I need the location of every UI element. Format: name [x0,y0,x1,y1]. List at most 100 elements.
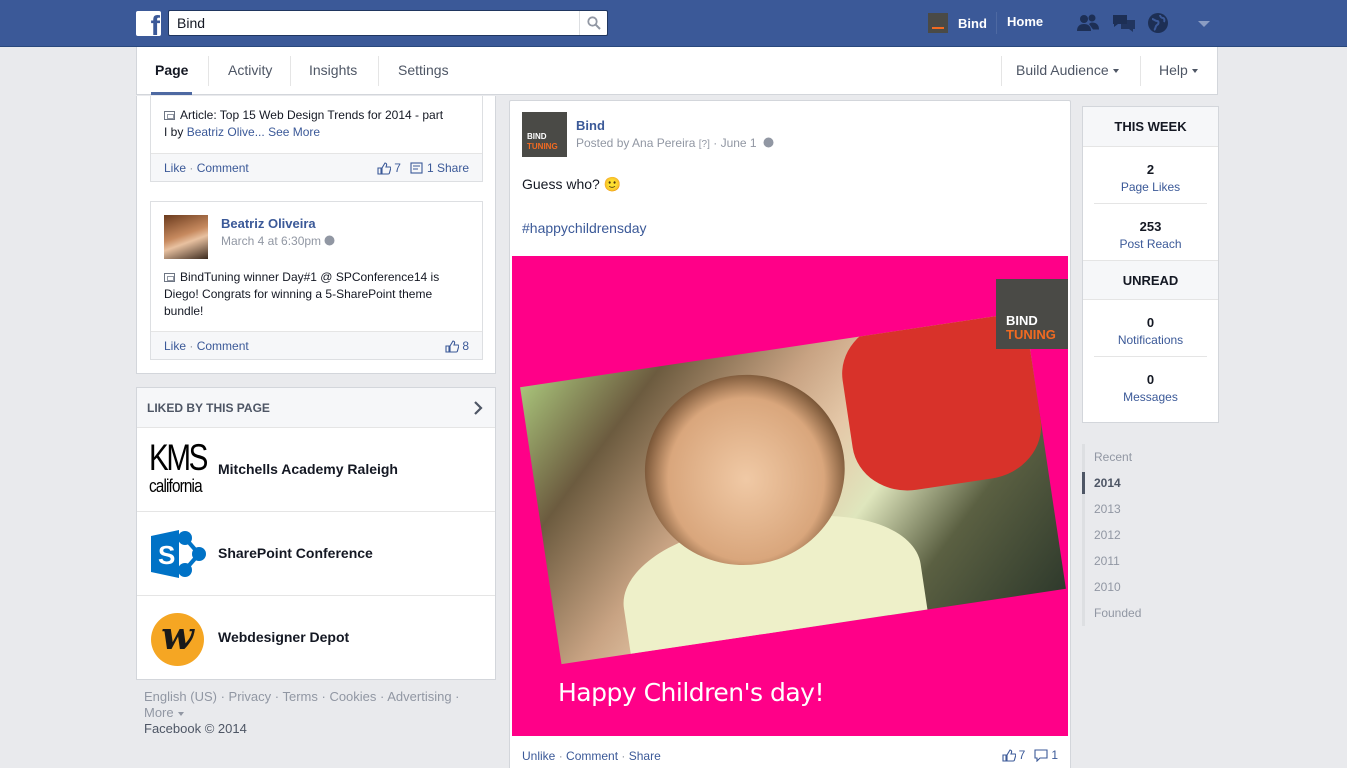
chevron-down-icon [177,711,184,716]
poster-name-link[interactable]: Ana Pereira [632,136,695,150]
like-count[interactable]: 7 [1019,748,1026,762]
footer-link-privacy[interactable]: Privacy [229,689,272,704]
liked-page-item[interactable]: KMS california Mitchells Academy Raleigh [137,428,495,512]
share-link[interactable]: Share [629,749,661,763]
globe-icon [763,137,774,148]
tab-insights[interactable]: Insights [309,47,357,95]
share-count[interactable]: 1 Share [427,161,469,175]
footer-link-cookies[interactable]: Cookies [329,689,376,704]
profile-link[interactable]: Bind [928,12,987,34]
share-icon[interactable] [410,161,424,175]
year-recent[interactable]: Recent [1085,444,1202,470]
facebook-logo[interactable]: f [136,11,161,36]
post-actions-bar: Like · Comment 7 1 Share [151,153,482,181]
author-link[interactable]: Beatriz Olive... [187,125,265,139]
comment-count[interactable]: 1 [1051,748,1058,762]
page-footer: English (US) · Privacy · Terms · Cookies… [144,689,484,737]
year-2012[interactable]: 2012 [1085,522,1202,548]
chevron-down-icon [1191,69,1198,74]
year-2013[interactable]: 2013 [1085,496,1202,522]
footer-link-more[interactable]: More [144,705,174,720]
liked-header[interactable]: LIKED BY THIS PAGE [137,388,495,428]
liked-page-name[interactable]: Webdesigner Depot [218,629,349,645]
like-link[interactable]: Like [164,339,186,353]
comment-icon[interactable] [1034,748,1048,762]
search-icon [587,16,601,30]
liked-page-item[interactable]: w Webdesigner Depot [137,596,495,680]
page-admin-nav: Page Activity Insights Settings Build Au… [136,47,1218,95]
year-2010[interactable]: 2010 [1085,574,1202,600]
build-audience-menu[interactable]: Build Audience [1016,47,1119,95]
tab-page[interactable]: Page [150,47,194,95]
author-avatar[interactable] [164,215,208,259]
footer-link-terms[interactable]: Terms [282,689,317,704]
admin-stats-panel: THIS WEEK 2 Page Likes 253 Post Reach UN… [1082,106,1219,423]
help-menu[interactable]: Help [1159,47,1198,95]
notifications-globe-icon[interactable] [1147,12,1169,34]
comment-link[interactable]: Comment [566,749,618,763]
like-count[interactable]: 8 [462,339,469,353]
comment-link[interactable]: Comment [197,339,249,353]
messages-icon[interactable] [1111,12,1137,34]
help-label: Help [1159,62,1188,78]
messages-stat[interactable]: 0 Messages [1083,357,1218,413]
liked-page-item[interactable]: S SharePoint Conference [137,512,495,596]
this-week-heading: THIS WEEK [1083,107,1218,147]
tab-settings[interactable]: Settings [398,47,449,95]
search-input[interactable] [169,11,574,35]
hashtag-link[interactable]: #happychildrensday [522,220,647,236]
profile-name: Bind [958,15,987,31]
thumbs-up-icon[interactable] [1002,748,1016,762]
footer-link-language[interactable]: English (US) [144,689,217,704]
webdesigner-depot-logo: w [151,613,204,666]
see-more-link[interactable]: See More [268,125,320,139]
tab-divider [1140,56,1141,86]
post-reach-stat[interactable]: 253 Post Reach [1083,204,1218,260]
liked-page-name[interactable]: SharePoint Conference [218,545,373,561]
year-founded[interactable]: Founded [1085,600,1202,626]
like-link[interactable]: Like [164,161,186,175]
build-audience-label: Build Audience [1016,62,1109,78]
page-name[interactable]: Bind [576,118,605,133]
svg-text:S: S [158,540,175,570]
post-text: Article: Top 15 Web Design Trends for 20… [164,108,444,139]
chevron-right-icon[interactable] [473,400,483,416]
avatar [928,13,948,33]
year-2011[interactable]: 2011 [1085,548,1202,574]
tab-activity[interactable]: Activity [228,47,272,95]
bindtuning-badge: BIND TUNING [996,279,1068,349]
home-link[interactable]: Home [1007,14,1043,29]
year-2014[interactable]: 2014 [1082,470,1202,496]
post-card: Beatriz Oliveira March 4 at 6:30pm BindT… [150,201,483,360]
unread-heading: UNREAD [1083,260,1218,300]
page-avatar[interactable]: BIND TUNING [522,112,567,157]
post-actions: Unlike · Comment · Share [522,749,661,763]
liked-by-this-page: LIKED BY THIS PAGE KMS california Mitche… [136,387,496,680]
thumbs-up-icon[interactable] [445,339,460,353]
help-mark[interactable]: [?] [699,139,710,150]
footer-link-advertising[interactable]: Advertising [387,689,451,704]
unlike-link[interactable]: Unlike [522,749,555,763]
author-name[interactable]: Beatriz Oliveira [221,216,316,231]
thumbs-up-icon[interactable] [377,161,392,175]
comment-link[interactable]: Comment [197,161,249,175]
tab-divider [1001,56,1002,86]
account-menu-caret-icon[interactable] [1198,21,1210,27]
notifications-stat[interactable]: 0 Notifications [1083,300,1218,356]
tab-divider [208,56,209,86]
friend-requests-icon[interactable] [1075,12,1101,34]
top-bar: f Bind Home [0,0,1347,47]
post-photo[interactable]: BIND TUNING Happy Children's day! [512,256,1068,736]
recent-posts-panel: Article: Top 15 Web Design Trends for 20… [136,96,496,374]
kms-logo: KMS california [149,437,208,496]
liked-page-name[interactable]: Mitchells Academy Raleigh [218,461,398,477]
photo-caption: Happy Children's day! [558,678,824,707]
post-date-link[interactable]: June 1 [721,136,757,150]
like-count[interactable]: 7 [394,161,401,175]
post-time: March 4 at 6:30pm [221,234,335,248]
copyright: Facebook © 2014 [144,721,247,736]
search-button[interactable] [579,11,607,35]
post-text: BindTuning winner Day#1 @ SPConference14… [164,270,440,318]
page-likes-stat[interactable]: 2 Page Likes [1083,147,1218,203]
timeline-year-nav: Recent 2014 2013 2012 2011 2010 Founded [1082,444,1202,626]
